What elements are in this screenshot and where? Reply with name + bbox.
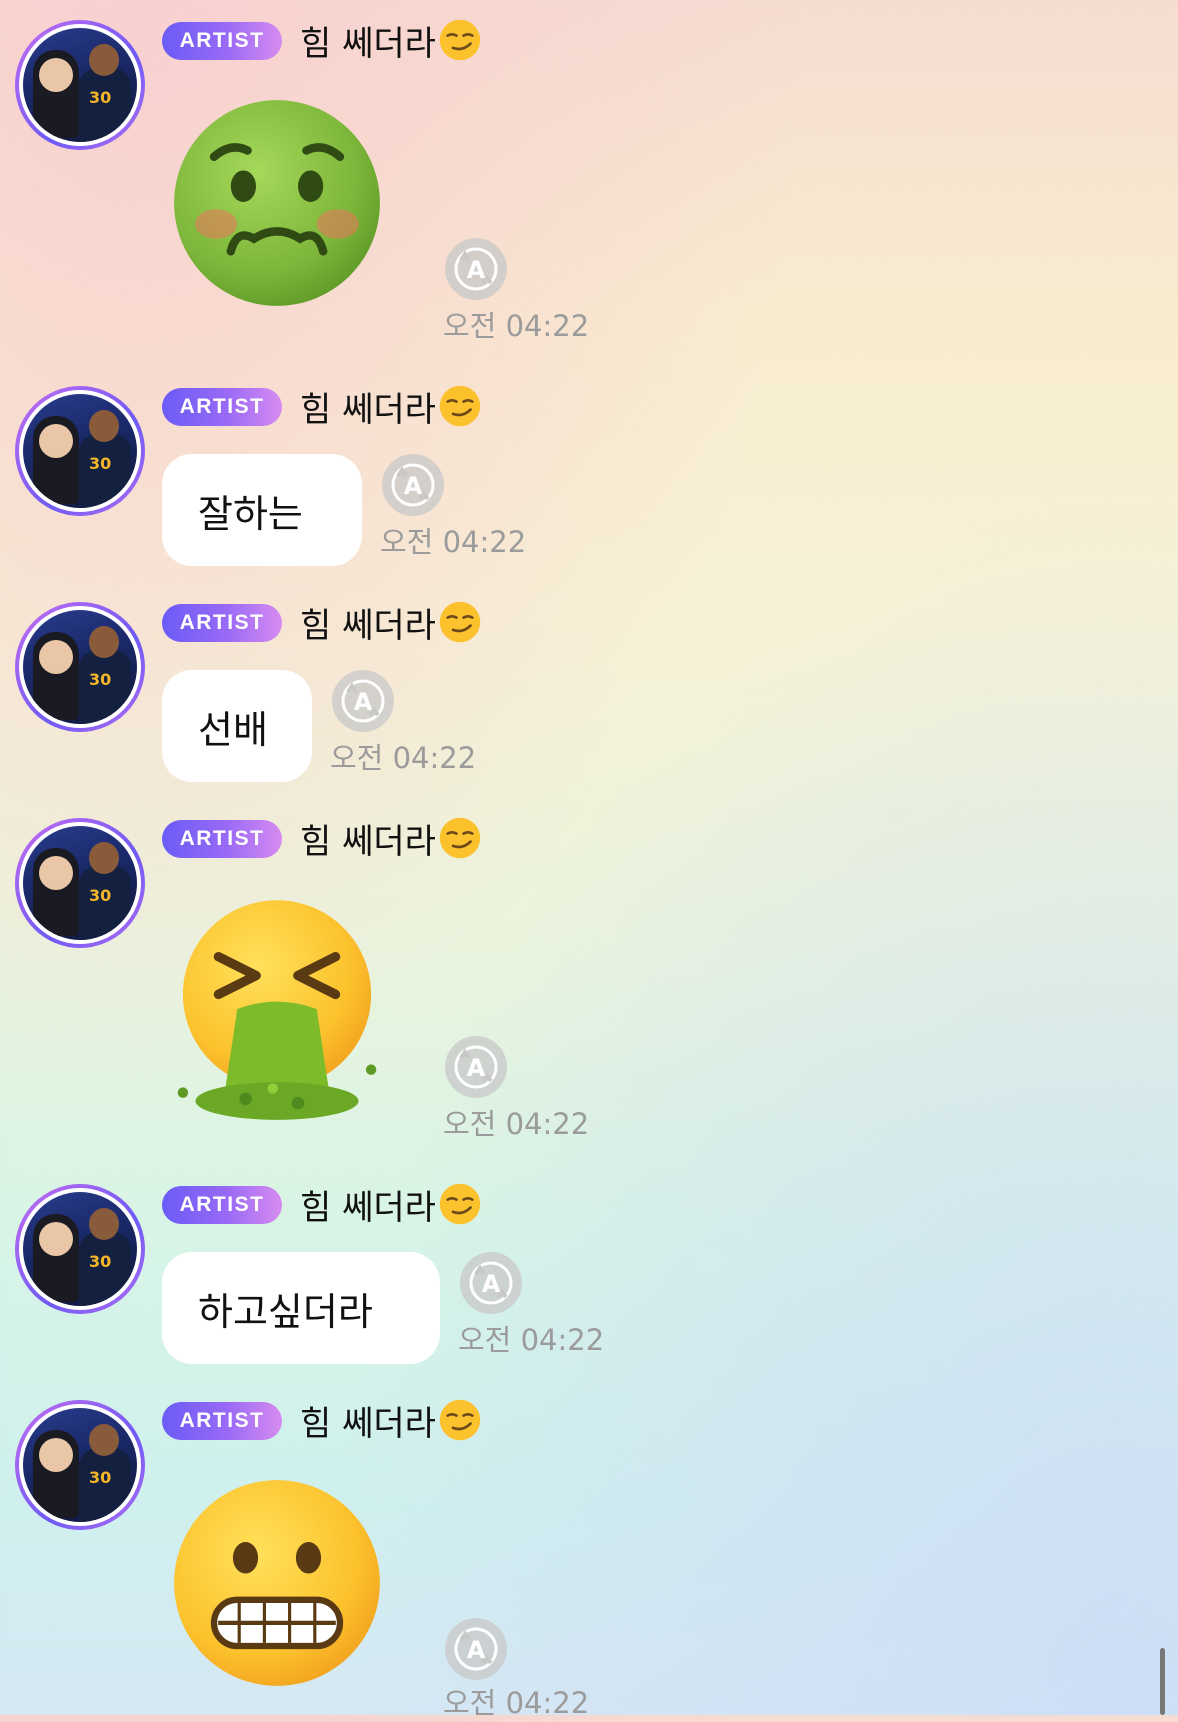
auto-translate-icon[interactable] [443, 1034, 509, 1100]
avatar[interactable]: 30 [15, 1184, 145, 1314]
message-time: 오전 04:22 [330, 741, 477, 775]
chat-message-list[interactable]: 30 ARTIST 힘 쎄더라 오전 04:22 30 ARTIST 힘 쎄더라… [0, 0, 1178, 1720]
message-bubble[interactable]: 선배 [162, 670, 312, 782]
avatar[interactable]: 30 [15, 818, 145, 948]
auto-translate-icon[interactable] [330, 668, 396, 734]
message-time: 오전 04:22 [380, 525, 527, 559]
sender-name: 힘 쎄더라 [300, 1178, 482, 1230]
sender-name-text: 힘 쎄더라 [300, 23, 436, 64]
artist-badge: ARTIST [162, 388, 282, 426]
sender-name-text: 힘 쎄더라 [300, 1403, 436, 1444]
message-time: 오전 04:22 [458, 1323, 605, 1357]
vomiting-face-emoji-icon [177, 900, 377, 1120]
message-time: 오전 04:22 [443, 1686, 590, 1720]
message-time: 오전 04:22 [443, 1107, 590, 1141]
artist-badge: ARTIST [162, 604, 282, 642]
smirking-face-icon [438, 384, 482, 428]
sender-name: 힘 쎄더라 [300, 380, 482, 432]
message-bubble[interactable]: 잘하는 [162, 454, 362, 566]
smirking-face-icon [438, 1182, 482, 1226]
artist-badge: ARTIST [162, 22, 282, 60]
grimacing-face-emoji-icon [174, 1480, 380, 1686]
sender-name-text: 힘 쎄더라 [300, 605, 436, 646]
avatar[interactable]: 30 [15, 602, 145, 732]
auto-translate-icon[interactable] [443, 236, 509, 302]
smirking-face-icon [438, 18, 482, 62]
sender-name: 힘 쎄더라 [300, 1394, 482, 1446]
artist-badge: ARTIST [162, 820, 282, 858]
smirking-face-icon [438, 1398, 482, 1442]
nauseated-face-emoji-icon [174, 100, 380, 306]
smirking-face-icon [438, 816, 482, 860]
sender-name: 힘 쎄더라 [300, 14, 482, 66]
auto-translate-icon[interactable] [458, 1250, 524, 1316]
artist-badge: ARTIST [162, 1402, 282, 1440]
message-bubble[interactable]: 하고싶더라 [162, 1252, 440, 1364]
sender-name-text: 힘 쎄더라 [300, 821, 436, 862]
sender-name-text: 힘 쎄더라 [300, 1187, 436, 1228]
scrollbar[interactable] [1160, 1648, 1165, 1715]
auto-translate-icon[interactable] [443, 1616, 509, 1682]
artist-badge: ARTIST [162, 1186, 282, 1224]
avatar[interactable]: 30 [15, 20, 145, 150]
sender-name: 힘 쎄더라 [300, 596, 482, 648]
avatar[interactable]: 30 [15, 386, 145, 516]
avatar[interactable]: 30 [15, 1400, 145, 1530]
smirking-face-icon [438, 600, 482, 644]
sender-name: 힘 쎄더라 [300, 812, 482, 864]
message-time: 오전 04:22 [443, 309, 590, 343]
sender-name-text: 힘 쎄더라 [300, 389, 436, 430]
auto-translate-icon[interactable] [380, 452, 446, 518]
